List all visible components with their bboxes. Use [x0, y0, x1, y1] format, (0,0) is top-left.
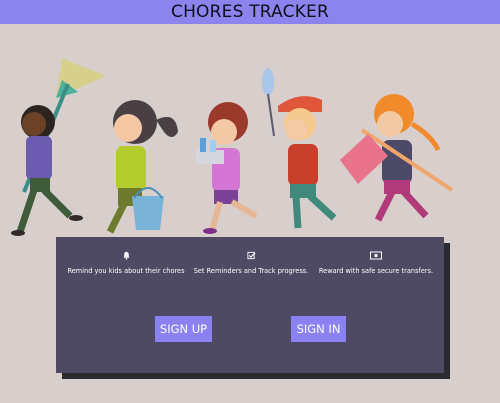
- kid-with-caddy: [196, 102, 258, 234]
- feature-reminders: Remind you kids about their chores: [56, 251, 196, 276]
- app-header: CHORES TRACKER: [0, 0, 500, 24]
- sign-in-button[interactable]: SIGN IN: [291, 316, 346, 342]
- kid-with-broom: [11, 58, 106, 236]
- kids-chores-illustration: [11, 58, 454, 236]
- feature-track-progress: Set Reminders and Track progress.: [181, 251, 321, 276]
- feature-rewards: Reward with safe secure transfers.: [306, 251, 446, 276]
- feature-reminders-text: Remind you kids about their chores: [67, 267, 185, 275]
- money-icon: [370, 251, 382, 260]
- feature-rewards-text: Reward with safe secure transfers.: [318, 267, 434, 275]
- kid-with-duster: [262, 68, 337, 229]
- feature-track-progress-text: Set Reminders and Track progress.: [193, 267, 309, 275]
- features-panel: Remind you kids about their chores Set R…: [56, 237, 444, 373]
- kid-with-pink-broom: [340, 94, 454, 222]
- app-title: CHORES TRACKER: [171, 2, 329, 22]
- sign-up-button[interactable]: SIGN UP: [155, 316, 212, 342]
- bell-icon: [122, 251, 130, 260]
- kid-with-bucket: [106, 100, 178, 234]
- checkbox-icon: [246, 251, 256, 260]
